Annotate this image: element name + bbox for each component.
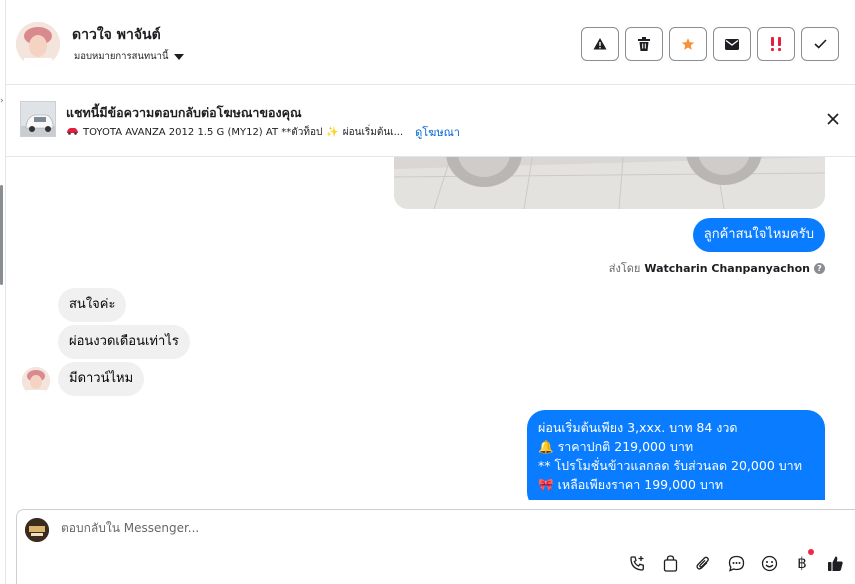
mark-done-button[interactable] xyxy=(801,27,839,61)
offer-line: ** โปรโมชั่นข้าวแลกลด รับส่วนลด 20,000 บ… xyxy=(538,458,802,473)
offer-line-text: เหลือเพียงราคา 199,000 บาท xyxy=(557,477,724,492)
view-ad-link[interactable]: ดูโฆษณา xyxy=(415,123,460,141)
car-photo-attachment[interactable] xyxy=(394,157,825,209)
outgoing-message[interactable]: ลูกค้าสนใจไหมครับ xyxy=(692,218,825,252)
assign-label: มอบหมายการสนทนานี้ xyxy=(74,51,169,62)
chat-bubble-icon xyxy=(728,555,744,572)
incoming-message[interactable]: สนใจค่ะ xyxy=(58,288,127,322)
offer-line: ผ่อนเริ่มต้นเพียง 3,xxx. บาท 84 งวด xyxy=(538,420,738,435)
sender-name: Watcharin Chanpanyachon xyxy=(644,261,810,275)
header-actions xyxy=(581,27,839,61)
alert-icon xyxy=(593,38,607,50)
conversation-header: ดาวใจ พาจันต์ มอบหมายการสนทนานี้ xyxy=(6,0,855,85)
call-button[interactable] xyxy=(627,553,647,573)
shopping-bag-icon xyxy=(663,554,677,572)
sent-by-label: ส่งโดย xyxy=(608,262,641,275)
phone-plus-icon xyxy=(629,555,644,571)
alert-button[interactable] xyxy=(581,27,619,61)
customer-name[interactable]: ดาวใจ พาจันต์ xyxy=(72,24,161,46)
message-composer: ฿ xyxy=(16,509,855,584)
saved-replies-button[interactable] xyxy=(726,553,746,573)
left-scrollbar[interactable] xyxy=(0,185,3,285)
page-avatar xyxy=(25,518,49,542)
reply-input[interactable] xyxy=(61,521,761,535)
chevron-down-icon xyxy=(173,53,184,60)
shop-button[interactable] xyxy=(660,553,680,573)
sent-by-info: ส่งโดย Watcharin Chanpanyachon ? xyxy=(609,259,825,277)
offer-line-bell: 🔔 ราคาปกติ 219,000 บาท xyxy=(538,437,814,456)
bell-icon: 🔔 xyxy=(538,439,554,454)
message-thread[interactable]: ลูกค้าสนใจไหมครับ ส่งโดย Watcharin Chanp… xyxy=(6,157,855,500)
composer-toolbar: ฿ xyxy=(627,549,845,573)
check-icon xyxy=(813,39,827,49)
ad-banner-subtitle: TOYOTA AVANZA 2012 1.5 G (MY12) AT **ตัว… xyxy=(66,123,460,141)
paperclip-icon xyxy=(696,556,709,570)
star-icon xyxy=(681,38,695,50)
baht-icon: ฿ xyxy=(797,554,807,572)
ad-reply-banner: แชทนี้มีข้อความตอบกลับต่อโฆษณาของคุณ TOY… xyxy=(6,85,855,157)
spam-icon xyxy=(771,37,781,51)
sparkles-icon: ✨ xyxy=(326,126,339,138)
red-car-icon xyxy=(66,126,79,138)
like-button[interactable] xyxy=(825,553,845,573)
offer-line-ribbon: 🎀 เหลือเพียงราคา 199,000 บาท xyxy=(538,475,814,494)
delete-button[interactable] xyxy=(625,27,663,61)
mark-unread-button[interactable] xyxy=(713,27,751,61)
ad-subtitle-text: TOYOTA AVANZA 2012 1.5 G (MY12) AT **ตัว… xyxy=(83,126,323,138)
ad-thumbnail[interactable] xyxy=(20,101,56,137)
thumbs-up-icon xyxy=(827,556,843,571)
help-icon[interactable]: ? xyxy=(814,262,825,274)
customer-avatar-small[interactable] xyxy=(22,367,50,395)
trash-icon xyxy=(638,37,650,51)
close-icon xyxy=(827,113,839,125)
incoming-message[interactable]: ผ่อนงวดเดือนเท่าไร xyxy=(58,325,190,359)
attach-button[interactable] xyxy=(693,553,713,573)
incoming-message[interactable]: มีดาวน์ไหม xyxy=(58,362,145,396)
collapse-arrow-icon[interactable]: › xyxy=(0,96,4,106)
spam-button[interactable] xyxy=(757,27,795,61)
star-button[interactable] xyxy=(669,27,707,61)
assign-conversation-dropdown[interactable]: มอบหมายการสนทนานี้ xyxy=(74,49,184,64)
ribbon-icon: 🎀 xyxy=(538,477,554,492)
outgoing-offer-message[interactable]: ผ่อนเริ่มต้นเพียง 3,xxx. บาท 84 งวด 🔔 รา… xyxy=(527,410,825,500)
close-banner-button[interactable] xyxy=(825,111,841,127)
ad-banner-title: แชทนี้มีข้อความตอบกลับต่อโฆษณาของคุณ xyxy=(66,105,302,120)
smiley-icon xyxy=(761,555,777,571)
notification-dot xyxy=(808,549,814,555)
ad-subtitle-tail: ผ่อนเริ่มต้นเ... xyxy=(342,126,404,138)
offer-line-text: ราคาปกติ 219,000 บาท xyxy=(557,439,694,454)
customer-avatar[interactable] xyxy=(16,22,60,66)
payment-button[interactable]: ฿ xyxy=(792,549,814,573)
mail-icon xyxy=(725,38,739,50)
emoji-button[interactable] xyxy=(759,553,779,573)
